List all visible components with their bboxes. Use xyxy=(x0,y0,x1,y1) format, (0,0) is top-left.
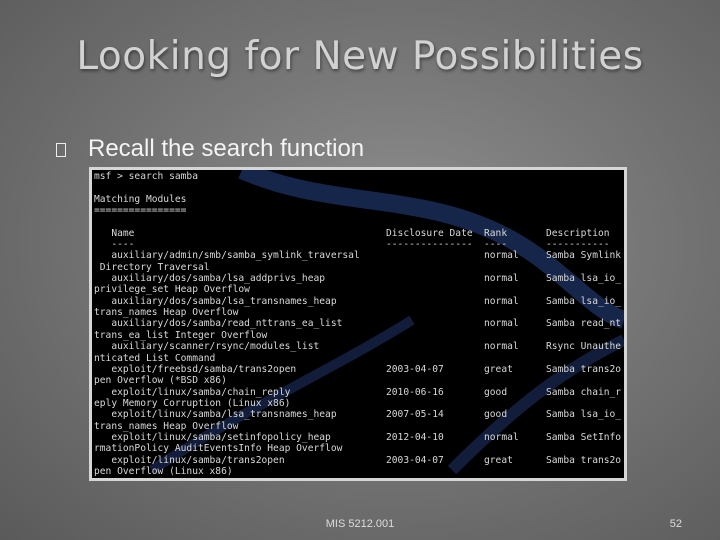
terminal-module-name: exploit/linux/samba/lsa_transnames_heap xyxy=(94,409,337,421)
terminal-module-name: auxiliary/admin/smb/samba_symlink_traver… xyxy=(94,250,360,262)
terminal-line: rmationPolicy AuditEventsInfo Heap Overf… xyxy=(94,443,624,454)
terminal-description: Samba trans2o xyxy=(546,363,622,375)
terminal-module-name: exploit/linux/samba/trans2open xyxy=(94,454,285,466)
square-bullet-icon xyxy=(56,143,66,157)
terminal-module-name: ---- xyxy=(94,239,135,251)
terminal-output: msf > search samba Matching Modules ======… xyxy=(94,171,624,478)
terminal-rank: normal xyxy=(484,431,519,443)
terminal-description: Samba SetInfo xyxy=(546,431,622,443)
terminal-line: auxiliary/dos/samba/read_nttrans_ea_list… xyxy=(94,318,624,329)
terminal-line: eply Memory Corruption (Linux x86) xyxy=(94,398,624,409)
terminal-module-name: auxiliary/dos/samba/lsa_addprivs_heap xyxy=(94,273,326,285)
terminal-description: Samba read_nt xyxy=(546,318,622,330)
terminal-line: auxiliary/dos/samba/lsa_addprivs_heap nor… xyxy=(94,273,624,284)
terminal-disclosure-date: 2012-04-10 xyxy=(386,431,444,443)
terminal-line: pen Overflow (Linux x86) xyxy=(94,466,624,477)
terminal-rank: Rank xyxy=(484,227,508,239)
terminal-description: Samba lsa_io_ xyxy=(546,409,622,421)
terminal-rank: normal xyxy=(484,295,519,307)
terminal-line: trans_names Heap Overflow xyxy=(94,307,624,318)
terminal-line: exploit/linux/samba/lsa_transnames_heap 2… xyxy=(94,409,624,420)
terminal-rank: ---- xyxy=(484,239,508,251)
terminal-description: ----------- xyxy=(546,239,610,251)
terminal-description: Samba lsa_io_ xyxy=(546,273,622,285)
terminal-module-name: trans_ea_list Integer Overflow xyxy=(94,329,268,341)
terminal-rank: good xyxy=(484,409,508,421)
terminal-module-name: auxiliary/scanner/rsync/modules_list xyxy=(94,341,320,353)
terminal-module-name: exploit/linux/samba/chain_reply xyxy=(94,386,291,398)
terminal-line: ---- --------------- ---- ----------- xyxy=(94,239,624,250)
terminal-line: exploit/linux/samba/setinfopolicy_heap 20… xyxy=(94,432,624,443)
terminal-line: exploit/freebsd/samba/trans2open 2003-04-… xyxy=(94,364,624,375)
terminal-rank: normal xyxy=(484,250,519,262)
terminal-disclosure-date: 2003-04-07 xyxy=(386,454,444,466)
terminal-module-name: ================ xyxy=(94,205,187,217)
slide-title: Looking for New Possibilities xyxy=(76,34,644,79)
terminal-disclosure-date: Disclosure Date xyxy=(386,227,473,239)
terminal-line: trans_names Heap Overflow xyxy=(94,421,624,432)
terminal-module-name: exploit/linux/samba/setinfopolicy_heap xyxy=(94,431,331,443)
terminal-line: auxiliary/dos/samba/lsa_transnames_heap n… xyxy=(94,296,624,307)
terminal-line: nticated List Command xyxy=(94,353,624,364)
terminal-rank: good xyxy=(484,386,508,398)
terminal-rank: normal xyxy=(484,318,519,330)
terminal-line: auxiliary/scanner/rsync/modules_list norm… xyxy=(94,341,624,352)
terminal-module-name: Name xyxy=(94,227,135,239)
terminal-disclosure-date: 2007-05-14 xyxy=(386,409,444,421)
terminal-module-name: auxiliary/dos/samba/lsa_transnames_heap xyxy=(94,295,337,307)
terminal-module-name: trans_names Heap Overflow xyxy=(94,420,239,432)
terminal-module-name: pen Overflow (Linux x86) xyxy=(94,465,233,477)
terminal-module-name: Directory Traversal xyxy=(94,261,210,273)
terminal-line: Matching Modules xyxy=(94,194,624,205)
terminal-line: Name Disclosure Date Rank Description xyxy=(94,228,624,239)
terminal-description: Samba lsa_io_ xyxy=(546,295,622,307)
terminal-module-name: msf > search samba xyxy=(94,171,198,182)
terminal-line: trans_ea_list Integer Overflow xyxy=(94,330,624,341)
terminal-module-name: exploit/freebsd/samba/trans2open xyxy=(94,363,297,375)
terminal-module-name: auxiliary/dos/samba/read_nttrans_ea_list xyxy=(94,318,343,330)
terminal-rank: normal xyxy=(484,273,519,285)
terminal-line: privilege_set Heap Overflow xyxy=(94,284,624,295)
terminal-line: msf > search samba xyxy=(94,171,624,182)
terminal-disclosure-date: 2003-04-07 xyxy=(386,363,444,375)
terminal-description: Samba Symlink xyxy=(546,250,622,262)
terminal-module-name: nticated List Command xyxy=(94,352,216,364)
terminal-line: Directory Traversal xyxy=(94,262,624,273)
terminal-disclosure-date: 2010-06-16 xyxy=(386,386,444,398)
footer-text: MIS 5212.001 xyxy=(325,518,395,530)
terminal-module-name: privilege_set Heap Overflow xyxy=(94,284,250,296)
page-number: 52 xyxy=(669,518,682,530)
terminal-line: auxiliary/admin/smb/samba_symlink_traver… xyxy=(94,250,624,261)
terminal-line: exploit/linux/samba/trans2open 2003-04-07… xyxy=(94,455,624,466)
terminal-description: Samba chain_r xyxy=(546,386,622,398)
terminal-description: Description xyxy=(546,227,610,239)
terminal-rank: normal xyxy=(484,341,519,353)
terminal-module-name: pen Overflow (*BSD x86) xyxy=(94,375,227,387)
terminal-line: ================ xyxy=(94,205,624,216)
terminal-disclosure-date: --------------- xyxy=(386,239,473,251)
terminal-module-name: rmationPolicy AuditEventsInfo Heap Overf… xyxy=(94,443,343,455)
terminal-line: exploit/linux/samba/chain_reply 2010-06-1… xyxy=(94,387,624,398)
terminal-screenshot: msf > search samba Matching Modules ======… xyxy=(89,167,627,481)
terminal-rank: great xyxy=(484,363,513,375)
terminal-rank: great xyxy=(484,454,513,466)
bullet-item: Recall the search function xyxy=(56,134,364,164)
terminal-line: pen Overflow (*BSD x86) xyxy=(94,375,624,386)
terminal-description: Samba trans2o xyxy=(546,454,622,466)
terminal-module-name: eply Memory Corruption (Linux x86) xyxy=(94,397,291,409)
terminal-module-name: trans_names Heap Overflow xyxy=(94,307,239,319)
terminal-module-name: Matching Modules xyxy=(94,193,187,205)
terminal-description: Rsync Unauthe xyxy=(546,341,622,353)
bullet-text: Recall the search function xyxy=(88,135,365,162)
